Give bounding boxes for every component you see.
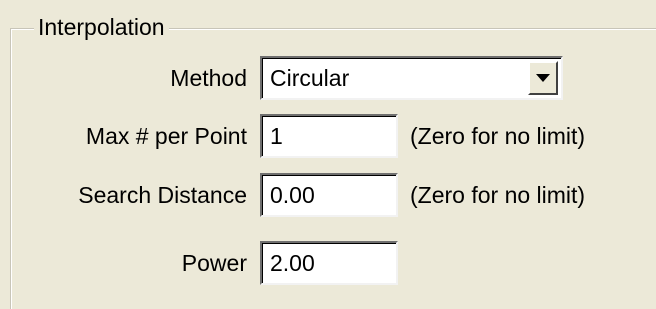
max-per-point-hint: (Zero for no limit) bbox=[410, 123, 586, 149]
search-distance-hint: (Zero for no limit) bbox=[410, 182, 586, 208]
search-distance-label: Search Distance bbox=[78, 182, 247, 208]
power-input[interactable]: 2.00 bbox=[260, 241, 398, 285]
method-label: Method bbox=[170, 65, 247, 91]
chevron-down-icon bbox=[536, 74, 550, 82]
method-select[interactable]: Circular bbox=[260, 56, 563, 100]
groupbox-title: Interpolation bbox=[34, 12, 169, 42]
search-distance-input[interactable]: 0.00 bbox=[260, 173, 398, 217]
max-per-point-input[interactable]: 1 bbox=[260, 114, 398, 158]
method-dropdown-button[interactable] bbox=[528, 61, 558, 95]
power-label: Power bbox=[181, 250, 247, 276]
method-selected-value: Circular bbox=[270, 65, 350, 91]
max-per-point-label: Max # per Point bbox=[85, 123, 247, 149]
